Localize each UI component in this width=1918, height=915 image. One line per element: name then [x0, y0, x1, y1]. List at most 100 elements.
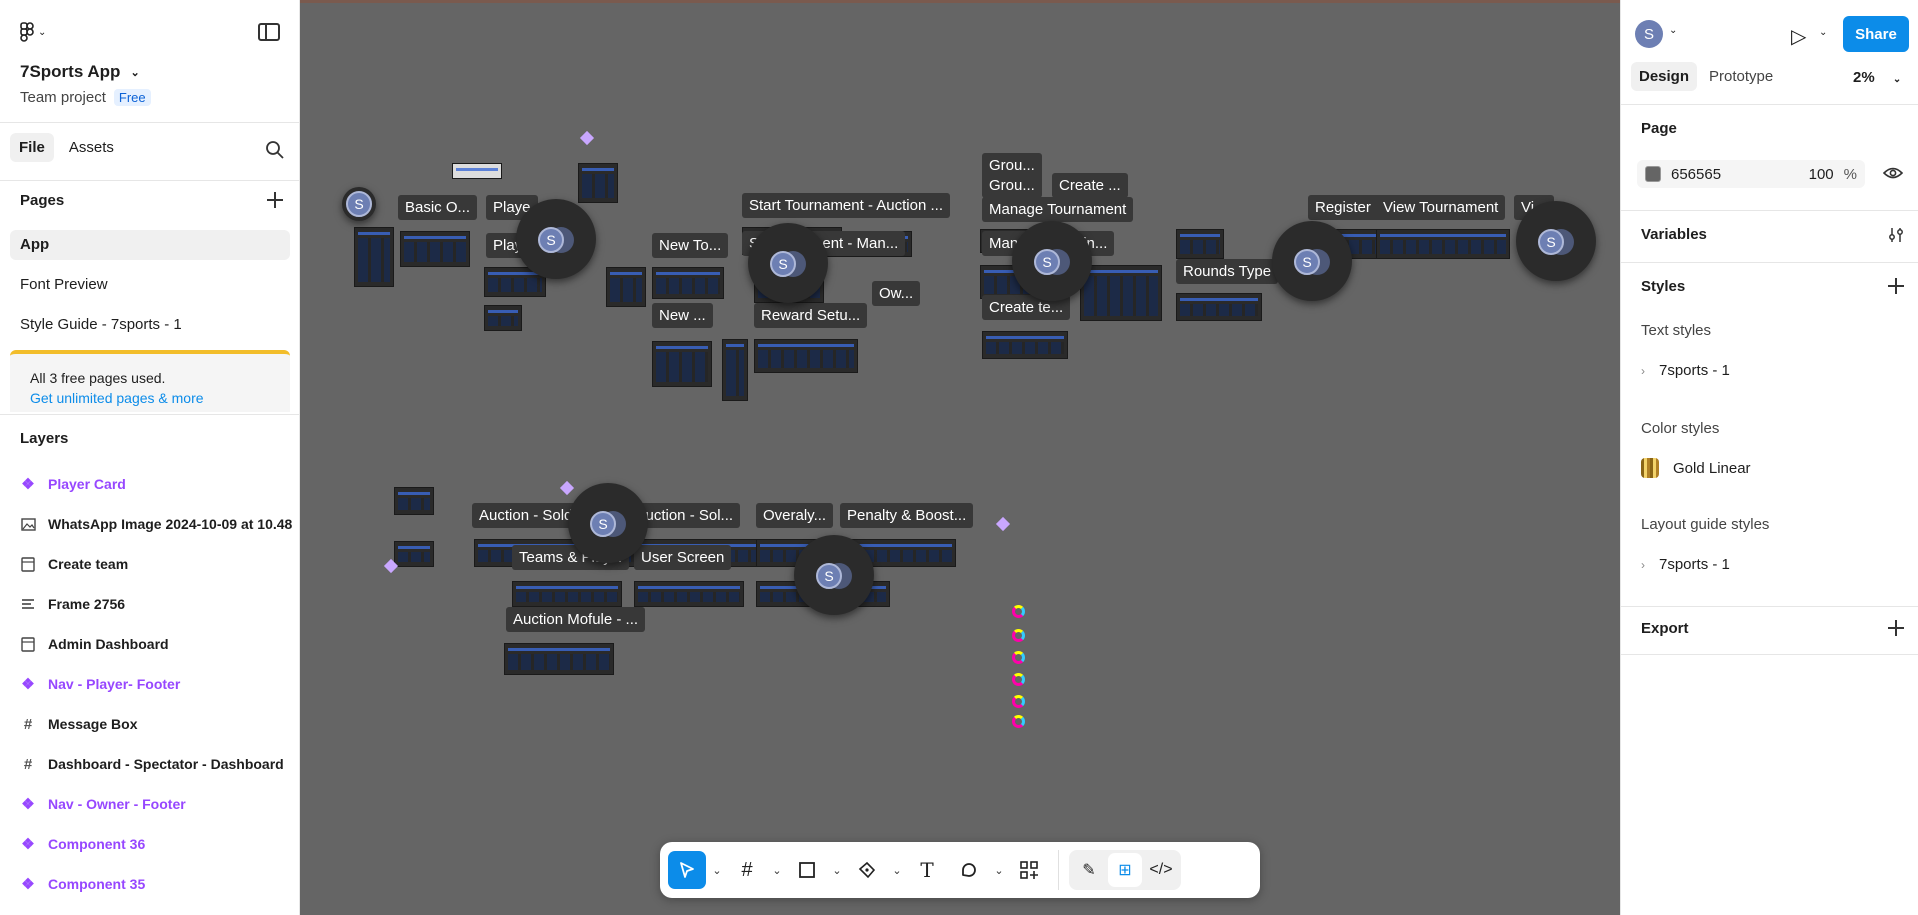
tab-design[interactable]: Design: [1631, 62, 1698, 91]
layer-label: Player Card: [48, 476, 126, 492]
page-item-app[interactable]: App: [10, 230, 290, 260]
frame-thumbnail[interactable]: [394, 487, 434, 515]
add-style-icon[interactable]: [1887, 277, 1905, 295]
layer-item[interactable]: Create team: [20, 552, 128, 576]
plan-badge[interactable]: Free: [113, 89, 151, 106]
frame-label[interactable]: Ow...: [872, 281, 921, 306]
sidebar-toggle-icon[interactable]: [258, 23, 280, 41]
design-mode-button[interactable]: ⊞: [1108, 853, 1142, 887]
frame-thumbnail[interactable]: [722, 339, 748, 401]
shape-tool-button[interactable]: [788, 851, 826, 889]
frame-thumbnail[interactable]: [652, 267, 724, 299]
page-fill-field[interactable]: 656565 100 %: [1637, 160, 1865, 188]
frame-thumbnail[interactable]: [652, 341, 712, 387]
frame-thumbnail[interactable]: [1080, 265, 1162, 321]
add-page-icon[interactable]: [266, 191, 284, 209]
chevron-down-icon[interactable]: ⌄: [710, 864, 724, 877]
layer-item[interactable]: ❖ Component 35: [20, 872, 145, 896]
frame-label[interactable]: Basic O...: [398, 195, 478, 220]
user-avatar[interactable]: S: [1635, 20, 1663, 48]
frame-thumbnail[interactable]: [1376, 229, 1510, 259]
layer-item[interactable]: # Dashboard - Spectator - Dashboard: [20, 752, 284, 776]
chevron-down-icon[interactable]: ⌄: [1819, 27, 1827, 38]
frame-label[interactable]: Rounds Type: [1176, 259, 1279, 284]
text-style-item[interactable]: › 7sports - 1: [1641, 362, 1730, 379]
actions-button[interactable]: [1010, 851, 1048, 889]
chevron-down-icon[interactable]: ⌄: [890, 864, 904, 877]
frame-thumbnail[interactable]: [606, 267, 646, 307]
frame-label[interactable]: Manage Tournament: [982, 197, 1134, 222]
frame-thumbnail[interactable]: [754, 339, 858, 373]
dev-mode-button[interactable]: </>: [1144, 853, 1178, 887]
main-menu-button[interactable]: ⌄: [20, 22, 46, 42]
frame-label[interactable]: Auction - Sold: [472, 503, 580, 528]
page-item-style-guide[interactable]: Style Guide - 7sports - 1: [10, 310, 290, 340]
draw-mode-button[interactable]: ✎: [1072, 853, 1106, 887]
tab-assets[interactable]: Assets: [60, 133, 123, 162]
frame-label[interactable]: Grou...: [982, 173, 1042, 198]
tab-prototype[interactable]: Prototype: [1701, 62, 1781, 91]
present-play-icon[interactable]: ▷: [1791, 24, 1806, 49]
fill-hex[interactable]: 656565: [1671, 166, 1809, 183]
layer-item[interactable]: Frame 2756: [20, 592, 125, 616]
search-icon[interactable]: [265, 140, 285, 160]
layout-guide-item[interactable]: › 7sports - 1: [1641, 556, 1730, 573]
frame-thumbnail[interactable]: [982, 331, 1068, 359]
frame-label[interactable]: User Screen: [634, 545, 732, 570]
frame-thumbnail[interactable]: [1176, 229, 1224, 259]
visibility-eye-icon[interactable]: [1883, 165, 1903, 181]
chevron-down-icon[interactable]: ⌄: [830, 864, 844, 877]
layer-item[interactable]: ❖ Player Card: [20, 472, 126, 496]
zoom-level[interactable]: 2% ⌄: [1853, 69, 1901, 86]
frame-thumbnail[interactable]: [484, 305, 522, 331]
frame-label[interactable]: New To...: [652, 233, 729, 258]
move-tool-button[interactable]: [668, 851, 706, 889]
frame-icon: [20, 556, 36, 572]
frame-thumbnail[interactable]: [504, 643, 614, 675]
frame-label[interactable]: Start Tournament - Auction ...: [742, 193, 950, 218]
chevron-down-icon[interactable]: ⌄: [1669, 25, 1677, 36]
design-canvas[interactable]: Basic O... Playe Play New To... Start To…: [300, 0, 1620, 915]
frame-thumbnail[interactable]: [354, 227, 394, 287]
frame-label[interactable]: Reward Setu...: [754, 303, 868, 328]
add-export-icon[interactable]: [1887, 619, 1905, 637]
tab-file[interactable]: File: [10, 133, 54, 162]
chevron-down-icon[interactable]: ⌄: [770, 864, 784, 877]
frame-label[interactable]: New ...: [652, 303, 713, 328]
chevron-down-icon[interactable]: ⌄: [992, 864, 1006, 877]
upsell-link[interactable]: Get unlimited pages & more: [30, 390, 270, 406]
frame-label[interactable]: Create ...: [1052, 173, 1128, 198]
comment-tool-button[interactable]: [950, 851, 988, 889]
frame-thumbnail[interactable]: [578, 163, 618, 203]
zoom-value: 2%: [1853, 69, 1875, 86]
layer-item[interactable]: Admin Dashboard: [20, 632, 169, 656]
layer-item[interactable]: ❖ Nav - Player- Footer: [20, 672, 180, 696]
frame-label[interactable]: Auction Mofule - ...: [506, 607, 646, 632]
page-item-font-preview[interactable]: Font Preview: [10, 270, 290, 300]
variables-settings-icon[interactable]: [1887, 226, 1905, 244]
pen-tool-button[interactable]: [848, 851, 886, 889]
frame-thumbnail[interactable]: [1176, 293, 1262, 321]
frame-thumbnail[interactable]: [634, 581, 744, 607]
frame-label[interactable]: View Tournament: [1376, 195, 1506, 220]
color-style-item[interactable]: Gold Linear: [1641, 458, 1751, 478]
layer-item[interactable]: # Message Box: [20, 712, 138, 736]
frame-thumbnail[interactable]: [400, 231, 470, 267]
divider: [1058, 850, 1059, 890]
layer-item[interactable]: ❖ Component 36: [20, 832, 145, 856]
frame-label[interactable]: Penalty & Boost...: [840, 503, 974, 528]
project-title[interactable]: 7Sports App ⌄: [20, 62, 140, 82]
frame-thumbnail[interactable]: [512, 581, 622, 607]
frame-thumbnail[interactable]: [452, 163, 502, 179]
frame-thumbnail[interactable]: [394, 541, 434, 567]
layers-heading: Layers: [20, 430, 69, 447]
share-button[interactable]: Share: [1843, 16, 1909, 52]
fill-swatch[interactable]: [1645, 166, 1661, 182]
layer-item[interactable]: ❖ Nav - Owner - Footer: [20, 792, 185, 816]
text-tool-button[interactable]: T: [908, 851, 946, 889]
collaborator-cursor: S: [342, 187, 376, 221]
fill-opacity[interactable]: 100: [1809, 166, 1834, 183]
frame-label[interactable]: Overaly...: [756, 503, 834, 528]
layer-item[interactable]: WhatsApp Image 2024-10-09 at 10.48: [20, 512, 292, 536]
frame-tool-button[interactable]: #: [728, 851, 766, 889]
